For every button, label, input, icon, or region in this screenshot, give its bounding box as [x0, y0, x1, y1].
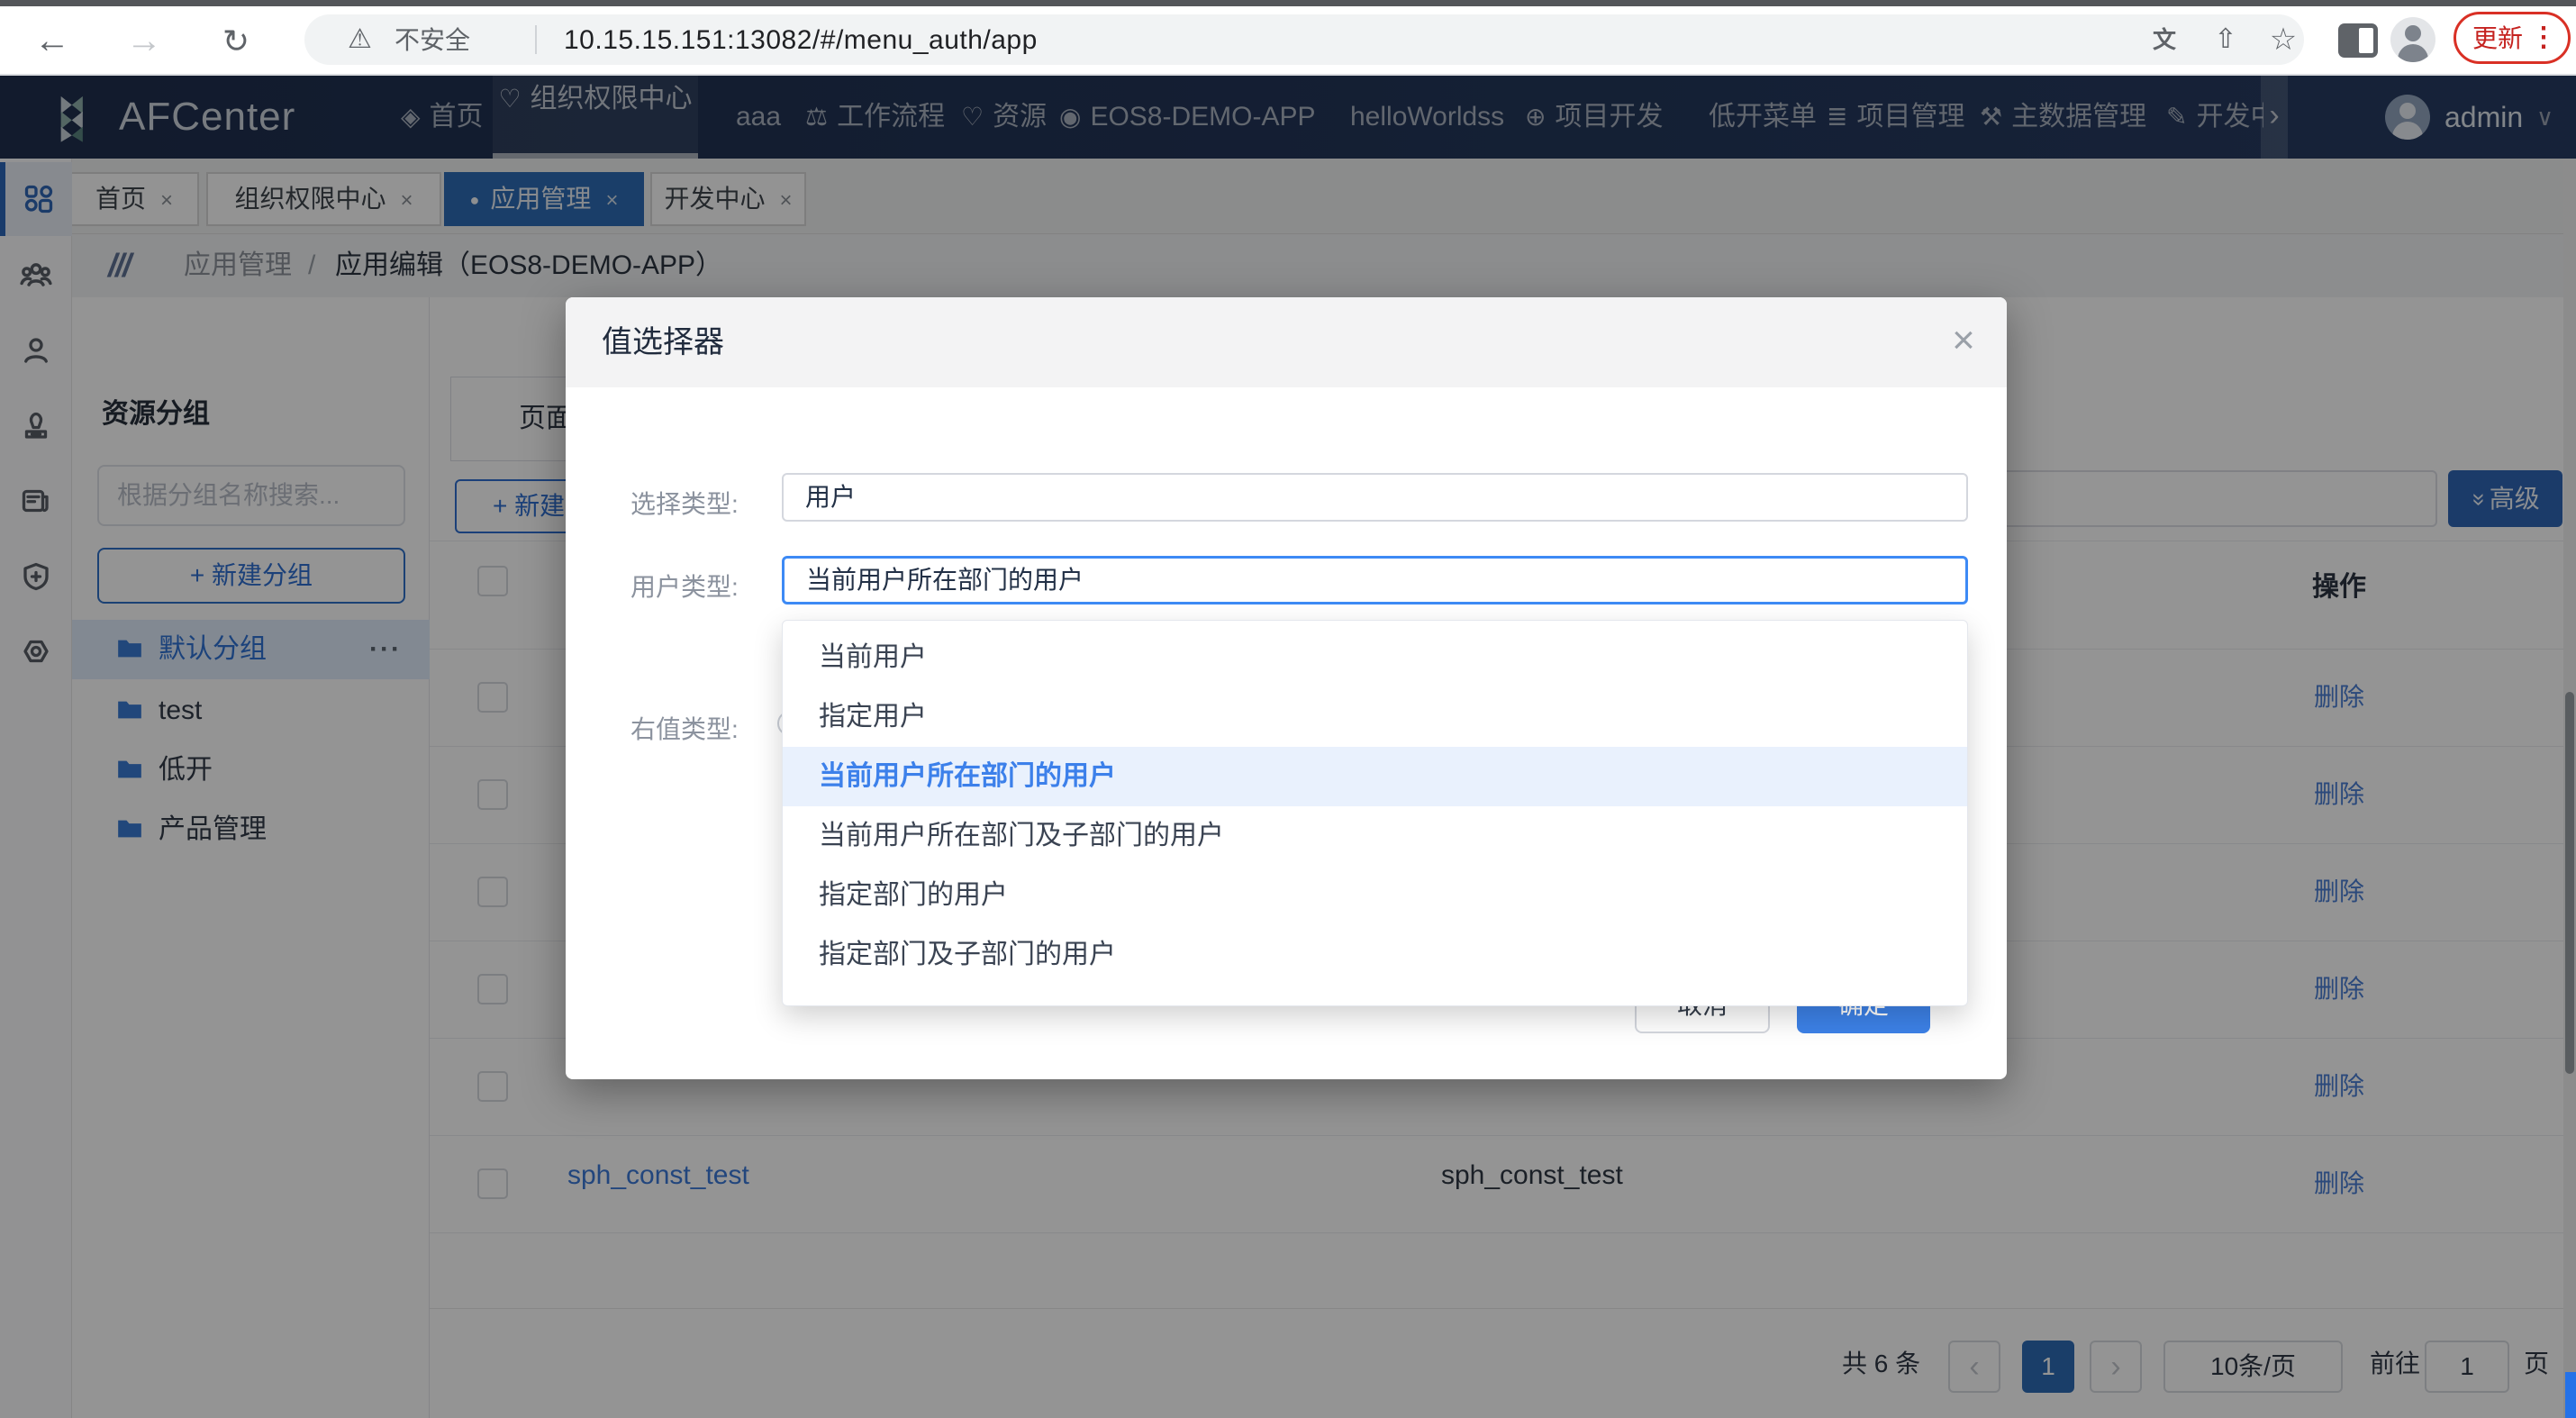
dropdown-option[interactable]: 指定用户 — [783, 687, 1968, 747]
avatar-head — [2405, 25, 2421, 41]
browser-forward-icon[interactable]: → — [117, 6, 171, 76]
security-warning-icon: ⚠ — [348, 14, 372, 65]
omnibox-divider — [535, 25, 537, 54]
update-label: 更新 — [2472, 14, 2523, 63]
dropdown-option[interactable]: 指定部门的用户 — [783, 866, 1968, 925]
select-type-input[interactable]: 用户 — [782, 473, 1968, 522]
browser-back-icon[interactable]: ← — [25, 6, 79, 76]
close-icon[interactable]: × — [1937, 297, 1991, 387]
browser-chrome: ← → ↻ ⚠ 不安全 10.15.15.151:13082/#/menu_au… — [0, 0, 2576, 76]
dialog-header: 值选择器 × — [566, 297, 2007, 387]
user-type-dropdown: 当前用户 指定用户 当前用户所在部门的用户 当前用户所在部门及子部门的用户 指定… — [782, 620, 1968, 1006]
url-text[interactable]: 10.15.15.151:13082/#/menu_auth/app — [564, 14, 1038, 65]
translate-icon[interactable]: 文 — [2142, 14, 2187, 65]
browser-menu-icon[interactable]: ⋮ — [2530, 14, 2557, 63]
side-panel-icon-inner — [2359, 28, 2373, 53]
user-type-input[interactable]: 当前用户所在部门的用户 — [782, 556, 1968, 604]
floating-blue-edge — [2565, 1372, 2576, 1418]
share-icon[interactable]: ⇧ — [2203, 14, 2248, 65]
select-type-label: 选择类型: — [630, 485, 739, 521]
screen: ← → ↻ ⚠ 不安全 10.15.15.151:13082/#/menu_au… — [0, 0, 2576, 1418]
dropdown-option[interactable]: 当前用户 — [783, 628, 1968, 687]
dialog-title: 值选择器 — [602, 297, 724, 387]
security-label[interactable]: 不安全 — [395, 14, 470, 65]
bookmark-star-icon[interactable]: ☆ — [2261, 14, 2306, 65]
browser-reload-icon[interactable]: ↻ — [209, 6, 263, 76]
side-panel-icon[interactable] — [2338, 23, 2378, 58]
browser-profile-avatar[interactable] — [2390, 17, 2435, 62]
address-bar[interactable]: ⚠ 不安全 10.15.15.151:13082/#/menu_auth/app… — [304, 14, 2304, 65]
browser-update-button[interactable]: 更新 ⋮ — [2454, 12, 2571, 64]
avatar-body — [2398, 44, 2428, 62]
right-value-type-label: 右值类型: — [630, 710, 739, 746]
dropdown-option-selected[interactable]: 当前用户所在部门的用户 — [783, 747, 1968, 806]
window-top-strip — [0, 0, 2576, 6]
dropdown-option[interactable]: 指定部门及子部门的用户 — [783, 925, 1968, 985]
dropdown-option[interactable]: 当前用户所在部门及子部门的用户 — [783, 806, 1968, 866]
user-type-label: 用户类型: — [630, 568, 739, 604]
